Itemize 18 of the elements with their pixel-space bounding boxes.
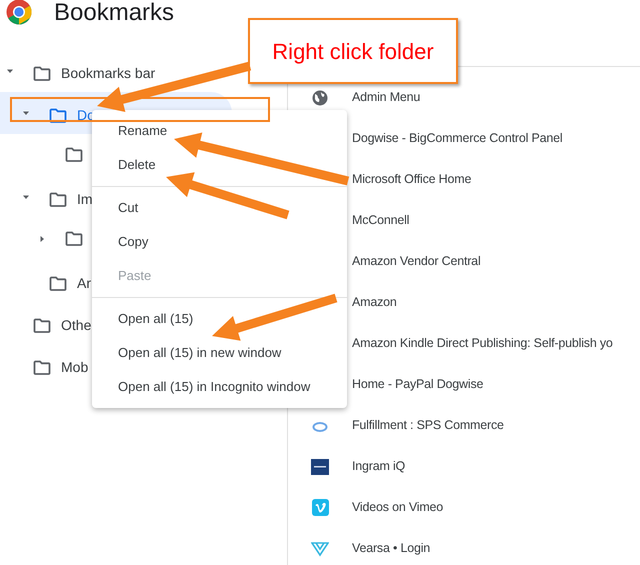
bookmark-title: Fulfillment : SPS Commerce bbox=[352, 417, 504, 434]
bookmark-title: Ingram iQ bbox=[352, 458, 406, 476]
page-title: Bookmarks bbox=[54, 0, 174, 28]
bookmark-title: Amazon bbox=[352, 294, 397, 312]
bookmark-title: Dogwise - BigCommerce Control Panel bbox=[352, 130, 562, 148]
bookmark-title: Amazon Vendor Central bbox=[352, 253, 481, 270]
bookmark-title: Amazon Kindle Direct Publishing: Self-publish yo bbox=[352, 335, 613, 352]
folder-label: Ar bbox=[77, 274, 91, 293]
folder-label: Mob bbox=[61, 358, 88, 377]
bookmark-title: Admin Menu bbox=[352, 89, 420, 106]
bookmark-title: Vearsa • Login bbox=[352, 540, 430, 558]
bookmark-title: Videos on Vimeo bbox=[352, 499, 444, 516]
folder-label: Bookmarks bar bbox=[61, 64, 156, 83]
bookmark-title: Microsoft Office Home bbox=[352, 171, 472, 188]
folder-label: Im bbox=[77, 190, 93, 209]
folder-label: Othe bbox=[61, 316, 92, 335]
callout-text: Right click folder bbox=[272, 38, 434, 66]
bookmark-title: McConnell bbox=[352, 212, 410, 230]
